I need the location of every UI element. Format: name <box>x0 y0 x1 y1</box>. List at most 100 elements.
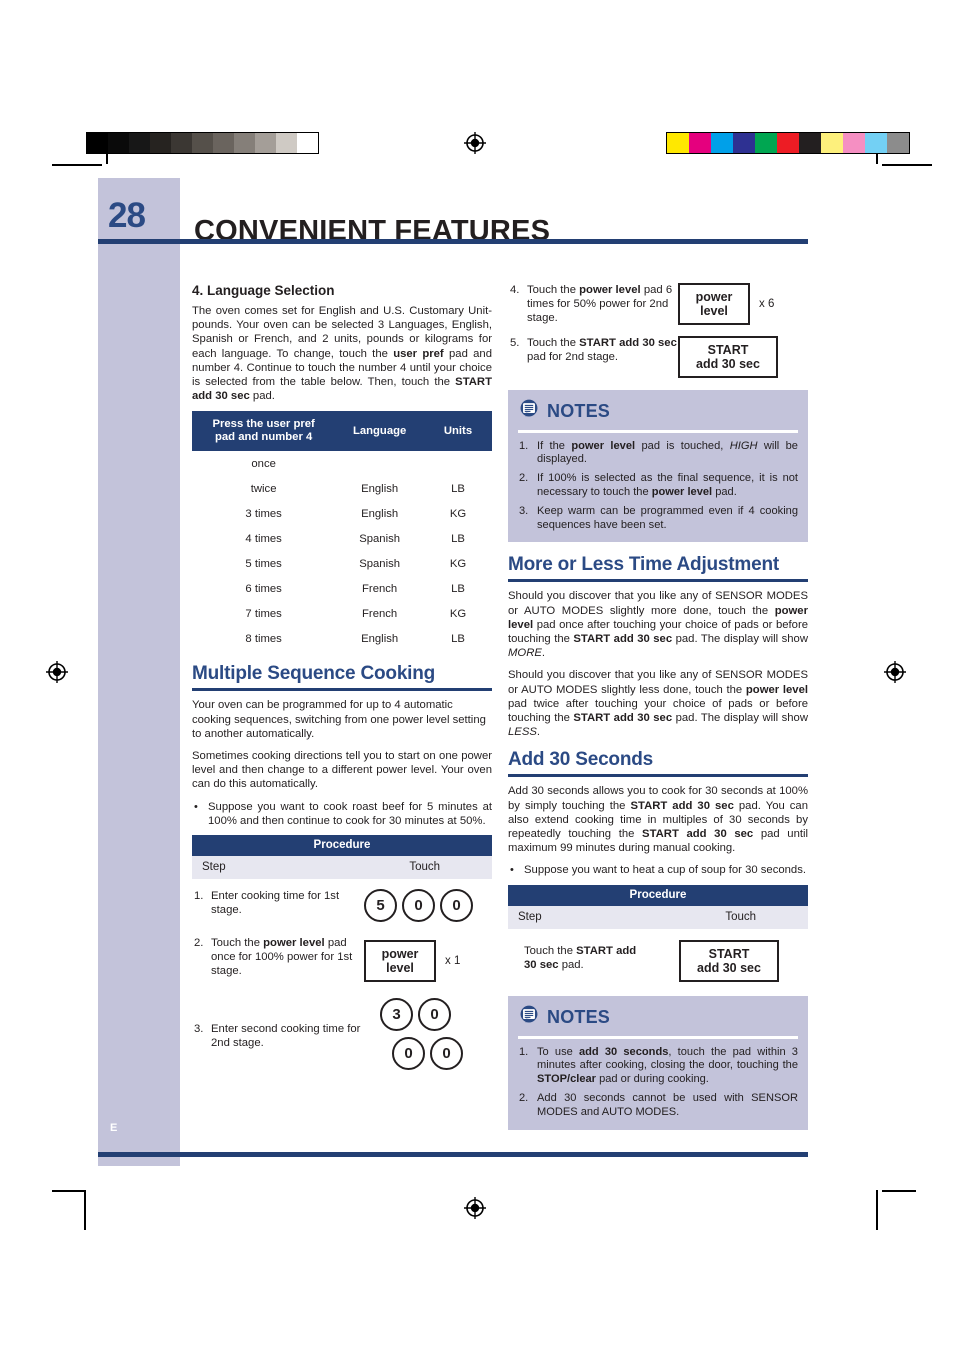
language-table-header-press: Press the user pref pad and number 4 <box>192 411 336 452</box>
notes-box-1: NOTES 1. If the power level pad is touche… <box>508 389 808 543</box>
language-row-press: 6 times <box>245 582 282 595</box>
procedure-step-1-number: 1. <box>194 890 204 903</box>
language-row-press: 5 times <box>245 557 282 570</box>
note-item-text: To use add 30 seconds, touch the pad wit… <box>537 1045 798 1086</box>
start-add-30-sec-pad-2[interactable]: START add 30 sec <box>679 939 779 982</box>
note-item-number: 1. <box>519 439 529 452</box>
language-table-row: twice English LB <box>192 476 492 501</box>
procedure-subheader-left: Step Touch <box>192 856 492 880</box>
note-item: 2. Add 30 seconds cannot be used with SEN… <box>518 1092 798 1120</box>
notes-2-label: NOTES <box>547 1006 611 1027</box>
grayscale-swatch <box>87 133 108 153</box>
crop-mark-top-right-horizontal <box>882 164 932 166</box>
numeric-pad-group-00: 0 0 <box>392 1037 492 1071</box>
more-or-less-heading: More or Less Time Adjustment <box>508 554 780 576</box>
numeric-pad-0-d[interactable]: 0 <box>392 1037 425 1071</box>
sequence-step-5-touch: START add 30 sec <box>678 335 808 378</box>
add-30-seconds-bullet-1: Suppose you want to heat a cup of soup f… <box>508 863 808 877</box>
language-row-units: KG <box>449 607 467 620</box>
procedure-step-2-number: 2. <box>194 937 204 950</box>
language-row-language: English <box>361 632 399 645</box>
language-row-units: LB <box>451 532 465 545</box>
multiple-sequence-bullets: Suppose you want to cook roast beef for … <box>192 800 492 828</box>
language-table-header-language: Language <box>335 411 424 452</box>
color-swatch <box>733 133 755 153</box>
notes-speech-bubble-icon <box>518 398 540 425</box>
grayscale-swatch <box>255 133 276 153</box>
power-level-multiplier-x1: x 1 <box>445 955 461 968</box>
language-row-language: French <box>362 607 398 620</box>
language-row-press: 4 times <box>245 532 282 545</box>
language-row-press: 8 times <box>245 632 282 645</box>
language-table-row: 3 times English KG <box>192 501 492 526</box>
grayscale-swatch <box>234 133 255 153</box>
numeric-pad-0-b[interactable]: 0 <box>440 889 473 923</box>
procedure-step-2-touch: power level x 1 <box>364 936 492 983</box>
notes-1-header: NOTES <box>518 398 798 428</box>
language-row-units: KG <box>449 507 467 520</box>
language-row-press: twice <box>250 482 277 495</box>
numeric-pad-group-500: 5 0 0 <box>364 889 492 923</box>
procedure-title-left: Procedure <box>192 835 492 857</box>
procedure-col-step-right: Step <box>518 910 542 923</box>
add-30-procedure-touch: START add 30 sec <box>673 939 808 982</box>
registration-target-left <box>46 661 68 683</box>
numeric-pad-0-a[interactable]: 0 <box>402 889 435 923</box>
crop-mark-bottom-left-horizontal <box>52 1190 86 1192</box>
language-row-press: 3 times <box>245 507 282 520</box>
color-swatch <box>821 133 843 153</box>
power-level-pad-group-x6: power level x 6 <box>678 283 808 325</box>
note-item-number: 2. <box>519 472 529 485</box>
power-level-multiplier-x6: x 6 <box>759 298 775 310</box>
language-row-units: LB <box>451 582 465 595</box>
numeric-pad-3[interactable]: 3 <box>380 998 413 1032</box>
crop-mark-bottom-left-vertical <box>84 1190 86 1230</box>
grayscale-swatch <box>192 133 213 153</box>
color-swatch <box>843 133 865 153</box>
registration-target-bottom <box>464 1197 486 1219</box>
grayscale-swatch <box>297 133 318 153</box>
sequence-step-5-row: 5. Touch the START add 30 sec pad for 2n… <box>508 326 808 378</box>
multiple-sequence-paragraph-2: Sometimes cooking directions tell you to… <box>192 750 492 791</box>
more-or-less-paragraph-2: Should you discover that you like any of… <box>508 669 808 739</box>
notes-1-label: NOTES <box>547 400 611 421</box>
notes-1-list: 1. If the power level pad is touched, HIG… <box>518 440 798 533</box>
procedure-step-3-touch: 3 0 0 0 <box>364 998 492 1071</box>
add-30-procedure-row: Touch the START add 30 sec pad. START add… <box>508 929 808 993</box>
numeric-pad-0-e[interactable]: 0 <box>430 1037 463 1071</box>
note-item: 1. If the power level pad is touched, HIG… <box>518 440 798 468</box>
grayscale-swatch <box>129 133 150 153</box>
right-column: 4. Touch the power level pad 6 times for… <box>508 283 808 1130</box>
note-item: 3. Keep warm can be programmed even if 4 … <box>518 505 798 533</box>
add-30-seconds-bullets: Suppose you want to heat a cup of soup f… <box>508 863 808 877</box>
language-table-row: 5 times Spanish KG <box>192 551 492 576</box>
procedure-subheader-right: Step Touch <box>508 905 808 929</box>
page-side-tab <box>98 178 180 1166</box>
language-row-press: 7 times <box>245 607 282 620</box>
procedure-col-touch-left: Touch <box>409 861 440 874</box>
color-swatch <box>711 133 733 153</box>
multiple-sequence-heading: Multiple Sequence Cooking <box>192 663 436 685</box>
sequence-step-5-number: 5. <box>510 336 520 349</box>
crop-mark-bottom-right-vertical <box>876 1190 878 1230</box>
language-table-row: 4 times Spanish LB <box>192 526 492 551</box>
note-item-text: Add 30 seconds cannot be used with SENSO… <box>537 1092 798 1118</box>
sequence-step-4-number: 4. <box>510 284 520 296</box>
side-tab-letter: E <box>110 1122 118 1134</box>
numeric-pad-5[interactable]: 5 <box>364 889 397 923</box>
note-item-text: If the power level pad is touched, HIGH … <box>537 439 798 466</box>
power-level-pad[interactable]: power level <box>364 940 436 983</box>
procedure-step-1-text: 1. Enter cooking time for 1st stage. <box>194 890 340 917</box>
note-item-number: 3. <box>519 504 529 517</box>
registration-target-right <box>884 661 906 683</box>
note-item: 2. If 100% is selected as the final seque… <box>518 472 798 500</box>
note-item-number: 2. <box>519 1092 529 1105</box>
sequence-step-5-text: 5. Touch the START add 30 sec pad for 2n… <box>510 336 677 363</box>
numeric-pad-0-c[interactable]: 0 <box>418 998 451 1032</box>
power-level-pad-x6[interactable]: power level <box>678 283 750 325</box>
start-add-30-sec-pad[interactable]: START add 30 sec <box>678 335 778 378</box>
sequence-step-4-row: 4. Touch the power level pad 6 times for… <box>508 283 808 326</box>
procedure-step-3-text: 3. Enter second cooking time for 2nd sta… <box>194 1023 361 1050</box>
note-item-number: 1. <box>519 1045 529 1058</box>
language-table-row: 7 times French KG <box>192 601 492 626</box>
